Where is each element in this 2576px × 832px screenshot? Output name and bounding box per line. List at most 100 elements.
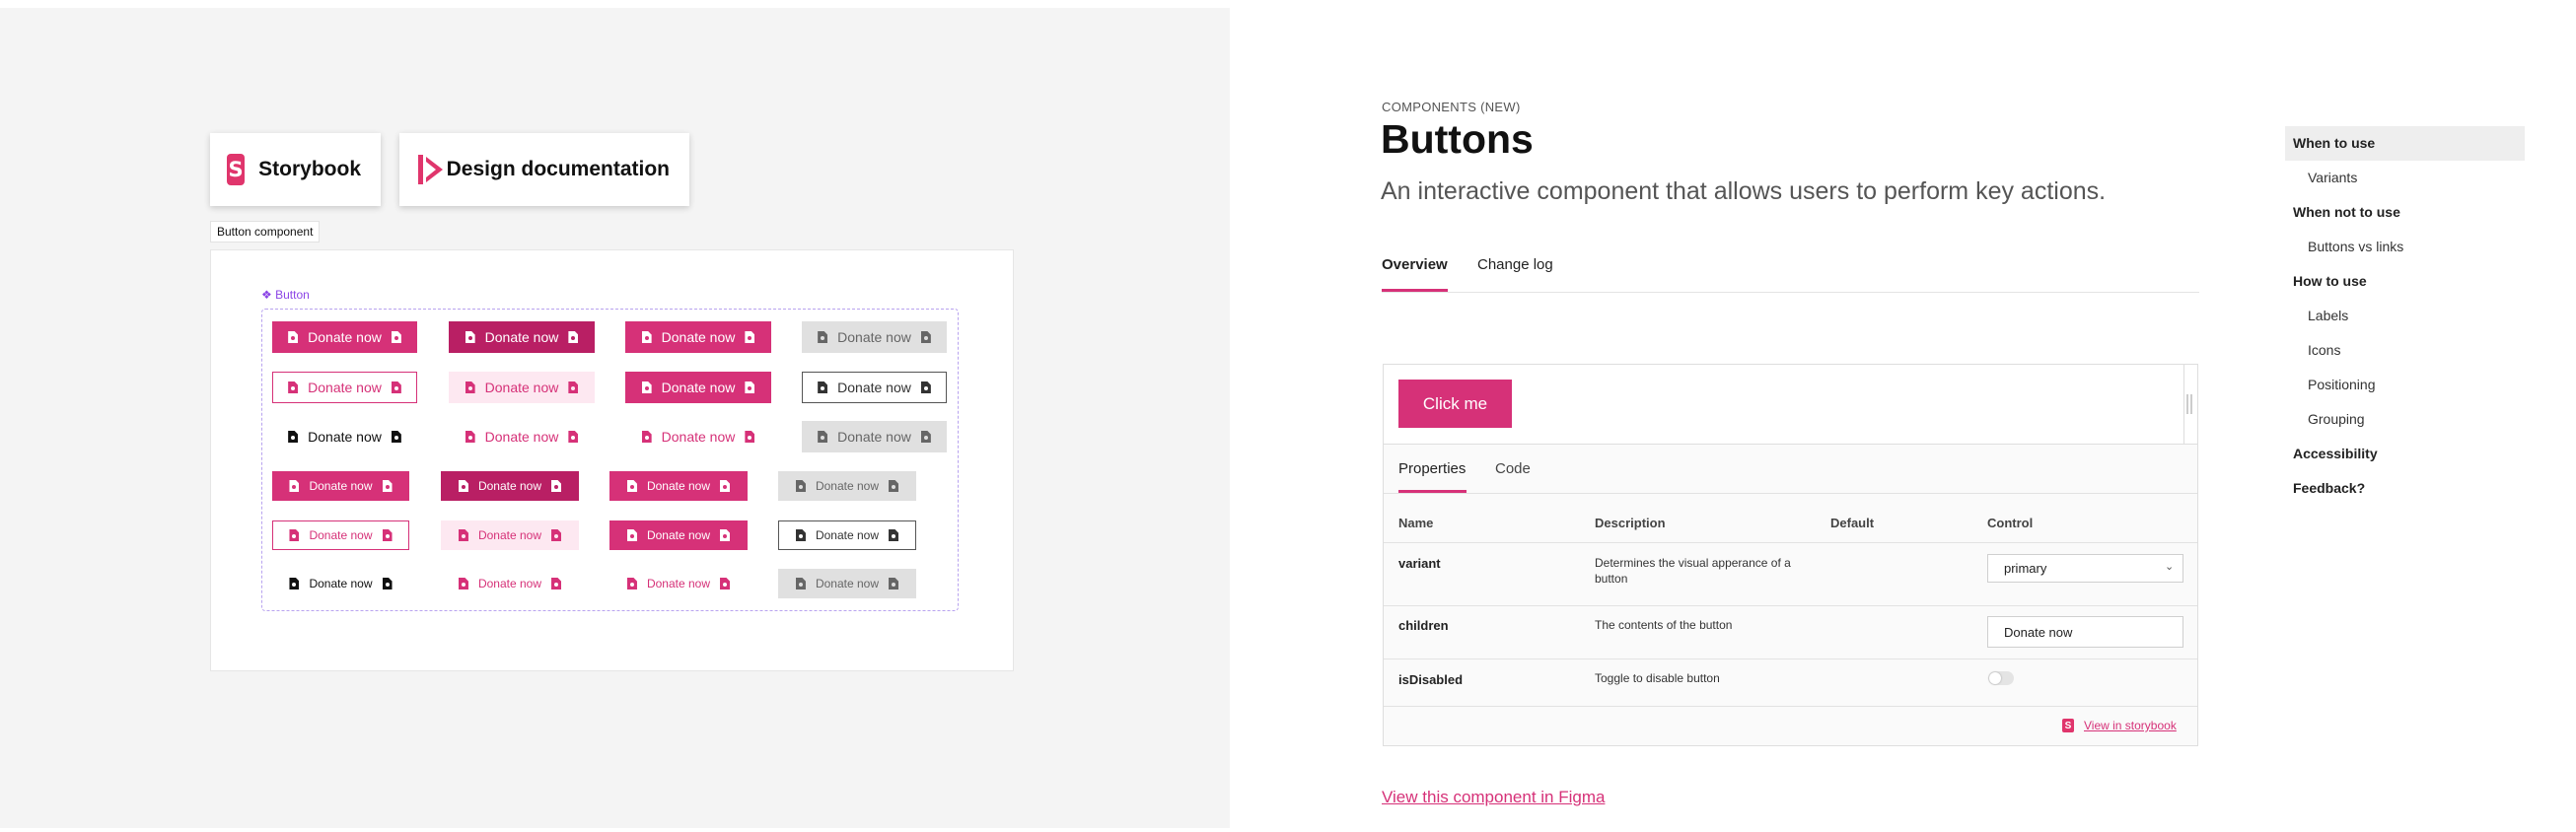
variant-button-label: Donate now (484, 329, 559, 345)
document-icon (383, 578, 393, 589)
document-icon (720, 578, 730, 589)
document-icon (642, 431, 652, 443)
variant-button[interactable]: Donate now (625, 321, 771, 353)
document-icon (392, 431, 401, 443)
document-icon (796, 529, 806, 541)
document-icon (745, 381, 754, 393)
document-icon (745, 431, 754, 443)
variant-button-label: Donate now (484, 429, 559, 445)
document-icon (796, 480, 806, 492)
document-icon (818, 331, 827, 343)
column-header-name: Name (1398, 516, 1434, 530)
document-icon (921, 331, 931, 343)
variant-button-label: Donate now (815, 577, 880, 590)
document-icon (465, 381, 475, 393)
tab-properties[interactable]: Properties (1398, 460, 1466, 477)
storybook-icon: S (2062, 719, 2074, 732)
variant-button-label: Donate now (815, 479, 880, 493)
variant-button: Donate now (802, 421, 947, 452)
prop-description: The contents of the button (1595, 618, 1733, 632)
document-icon (818, 381, 827, 393)
children-input[interactable] (1987, 616, 2183, 648)
variant-button[interactable]: Donate now (609, 569, 748, 598)
variant-button[interactable]: Donate now (272, 321, 417, 353)
prop-name: isDisabled (1398, 672, 1464, 687)
variant-select[interactable]: primary (1987, 554, 2183, 583)
toc-item-buttons-vs-links[interactable]: Buttons vs links (2308, 239, 2403, 254)
variant-button[interactable]: Donate now (272, 569, 409, 598)
toc-item-labels[interactable]: Labels (2308, 308, 2348, 323)
toc-item-accessibility[interactable]: Accessibility (2293, 446, 2378, 461)
variant-button[interactable]: Donate now (441, 471, 579, 501)
design-docs-chip-label: Design documentation (446, 158, 670, 180)
tab-overview[interactable]: Overview (1382, 256, 1448, 273)
storybook-logo-icon: S (227, 154, 246, 185)
variant-button-label: Donate now (837, 329, 911, 345)
variant-button[interactable]: Donate now (625, 372, 771, 403)
document-icon (720, 529, 730, 541)
variant-button[interactable]: Donate now (272, 421, 417, 452)
variant-button-label: Donate now (308, 429, 382, 445)
storybook-chip-label: Storybook (258, 158, 361, 180)
toc-item-grouping[interactable]: Grouping (2308, 411, 2365, 427)
tab-code[interactable]: Code (1495, 460, 1531, 477)
variant-button-label: Donate now (477, 577, 542, 590)
view-in-storybook-link[interactable]: View in storybook (2084, 719, 2177, 732)
variant-button[interactable]: Donate now (609, 520, 748, 550)
toc-item-how-to-use[interactable]: How to use (2293, 273, 2367, 289)
toc-item-when-not-to-use[interactable]: When not to use (2293, 204, 2400, 220)
document-icon (627, 529, 637, 541)
variant-button-label: Donate now (815, 528, 880, 542)
variant-button[interactable]: Donate now (449, 421, 595, 452)
document-icon (465, 431, 475, 443)
document-icon (288, 331, 298, 343)
toc-item-when-to-use[interactable]: When to use (2293, 135, 2375, 151)
document-icon (889, 480, 898, 492)
toc-item-variants[interactable]: Variants (2308, 170, 2357, 185)
row-divider (1384, 706, 2197, 707)
variant-button-label: Donate now (837, 380, 911, 395)
variant-button[interactable]: Donate now (449, 321, 595, 353)
variant-button[interactable]: Donate now (609, 471, 748, 501)
storybook-chip[interactable]: S Storybook (210, 133, 381, 206)
document-icon (627, 578, 637, 589)
document-icon (568, 431, 578, 443)
variant-button[interactable]: Donate now (802, 372, 947, 403)
document-icon (568, 331, 578, 343)
variant-button-label: Donate now (484, 380, 559, 395)
variant-button[interactable]: Donate now (625, 421, 771, 452)
tab-change-log[interactable]: Change log (1477, 256, 1553, 273)
page-subtitle: An interactive component that allows use… (1381, 177, 2107, 205)
prop-description: Toggle to disable button (1595, 671, 1720, 685)
variant-button-label: Donate now (661, 380, 736, 395)
variant-button: Donate now (778, 471, 916, 501)
document-icon (392, 381, 401, 393)
document-icon (818, 431, 827, 443)
resize-handle[interactable] (2186, 394, 2192, 414)
variant-button: Donate now (802, 321, 947, 353)
document-icon (459, 578, 468, 589)
document-icon (720, 480, 730, 492)
design-docs-logo-icon (416, 154, 443, 185)
toc-item-icons[interactable]: Icons (2308, 342, 2340, 358)
column-header-control: Control (1987, 516, 2034, 530)
document-icon (889, 578, 898, 589)
variant-button[interactable]: Donate now (272, 520, 409, 550)
variant-button[interactable]: Donate now (778, 520, 916, 550)
prop-description: Determines the visual apperance of a but… (1595, 556, 1791, 586)
document-icon (627, 480, 637, 492)
row-divider (1384, 605, 2197, 606)
variant-button[interactable]: Donate now (272, 471, 409, 501)
toc-item-feedback[interactable]: Feedback? (2293, 480, 2365, 496)
toc-item-positioning[interactable]: Positioning (2308, 377, 2376, 392)
toggle-knob (1989, 672, 2001, 684)
design-docs-chip[interactable]: Design documentation (399, 133, 689, 206)
preview-button[interactable]: Click me (1398, 380, 1512, 428)
variant-button[interactable]: Donate now (449, 372, 595, 403)
variant-button[interactable]: Donate now (272, 372, 417, 403)
document-icon (465, 331, 475, 343)
view-in-figma-link[interactable]: View this component in Figma (1382, 788, 1605, 807)
variant-button[interactable]: Donate now (441, 520, 579, 550)
variant-button[interactable]: Donate now (441, 569, 579, 598)
variant-button-label: Donate now (308, 329, 382, 345)
